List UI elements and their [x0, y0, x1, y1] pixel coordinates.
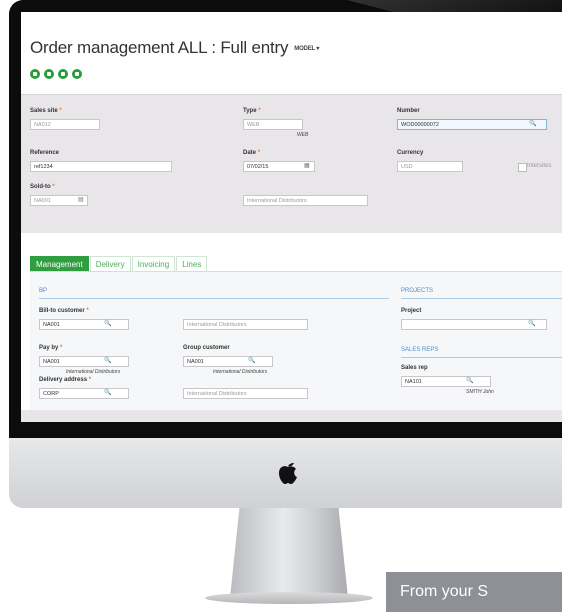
sold-to-description: International Distributors: [243, 195, 368, 206]
calendar-icon[interactable]: ▦: [304, 162, 310, 169]
next-last-icon[interactable]: [72, 69, 82, 79]
sales-reps-section-rule: [401, 357, 562, 358]
sales-site-field[interactable]: NA012: [30, 119, 100, 130]
project-field[interactable]: [401, 319, 547, 330]
bill-to-label: Bill-to customer *: [39, 308, 89, 314]
pay-by-field[interactable]: NA001: [39, 356, 129, 367]
page-title-text: Order management ALL : Full entry: [30, 38, 289, 57]
intersites-label: Intersites: [527, 163, 552, 169]
apple-logo-icon: [279, 463, 297, 484]
bill-to-field[interactable]: NA001: [39, 319, 129, 330]
tab-delivery[interactable]: Delivery: [89, 256, 131, 272]
bp-section-rule: [39, 298, 389, 299]
reference-label: Reference: [30, 150, 60, 156]
bottom-bar: [21, 410, 562, 422]
page-title: Order management ALL : Full entry MODEL ▾: [30, 38, 319, 58]
bill-to-description: International Distributors: [183, 319, 308, 330]
group-customer-field[interactable]: NA001: [183, 356, 273, 367]
search-icon[interactable]: 🔍: [466, 377, 473, 384]
sales-rep-label: Sales rep: [401, 365, 428, 371]
delivery-address-field[interactable]: CORP: [39, 388, 129, 399]
search-icon[interactable]: 🔍: [104, 389, 111, 396]
search-icon[interactable]: 🔍: [104, 320, 111, 327]
number-label: Number: [397, 108, 420, 114]
tab-lines[interactable]: Lines: [176, 256, 208, 272]
currency-field[interactable]: USD: [397, 161, 463, 172]
caption-banner: From your S: [386, 572, 562, 612]
intersites-checkbox[interactable]: [518, 163, 527, 172]
monitor-foot: [205, 592, 373, 604]
search-icon[interactable]: 🔍: [104, 357, 111, 364]
group-customer-note: International Distributors: [213, 369, 268, 375]
management-section: BP Bill-to customer * NA001 🔍 Internatio…: [30, 272, 562, 422]
projects-section-rule: [401, 298, 562, 299]
pay-by-note: International Distributors: [66, 369, 121, 375]
document-icon[interactable]: ▤: [78, 196, 84, 203]
reference-field[interactable]: ref1234: [30, 161, 172, 172]
type-note: WEB: [297, 132, 309, 138]
delivery-address-label: Delivery address *: [39, 377, 92, 383]
sales-rep-field[interactable]: NA101: [401, 376, 491, 387]
next-icon[interactable]: [58, 69, 68, 79]
order-header: Sales site * NA012 Type * WEB WEB Number…: [21, 94, 562, 233]
search-icon[interactable]: 🔍: [528, 320, 535, 327]
project-label: Project: [401, 308, 422, 314]
group-customer-label: Group customer: [183, 345, 230, 351]
model-label: MODEL: [294, 46, 315, 53]
date-label: Date *: [243, 150, 261, 156]
monitor-stand: [230, 508, 348, 598]
type-field[interactable]: WEB: [243, 119, 303, 130]
prev-icon[interactable]: [44, 69, 54, 79]
record-navigation: [30, 69, 82, 79]
pay-by-label: Pay by *: [39, 345, 63, 351]
search-icon[interactable]: 🔍: [529, 120, 536, 127]
sales-reps-section-title: SALES REPS: [401, 347, 439, 353]
prev-first-icon[interactable]: [30, 69, 40, 79]
delivery-address-description: International Distributors: [183, 388, 308, 399]
currency-label: Currency: [397, 150, 424, 156]
sales-rep-note: SMITH John: [466, 389, 494, 395]
tab-invoicing[interactable]: Invoicing: [131, 256, 176, 272]
sales-site-label: Sales site *: [30, 108, 62, 114]
sold-to-label: Sold-to *: [30, 184, 55, 190]
app-screen: Order management ALL : Full entry MODEL ▾…: [21, 12, 562, 422]
tab-bar: Management Delivery Invoicing Lines: [30, 256, 208, 272]
tab-management[interactable]: Management: [30, 256, 89, 272]
bp-section-title: BP: [39, 288, 48, 294]
type-label: Type *: [243, 108, 261, 114]
number-field[interactable]: WOD00000072: [397, 119, 547, 130]
search-icon[interactable]: 🔍: [248, 357, 255, 364]
projects-section-title: PROJECTS: [401, 288, 434, 294]
model-menu[interactable]: MODEL ▾: [294, 46, 319, 52]
